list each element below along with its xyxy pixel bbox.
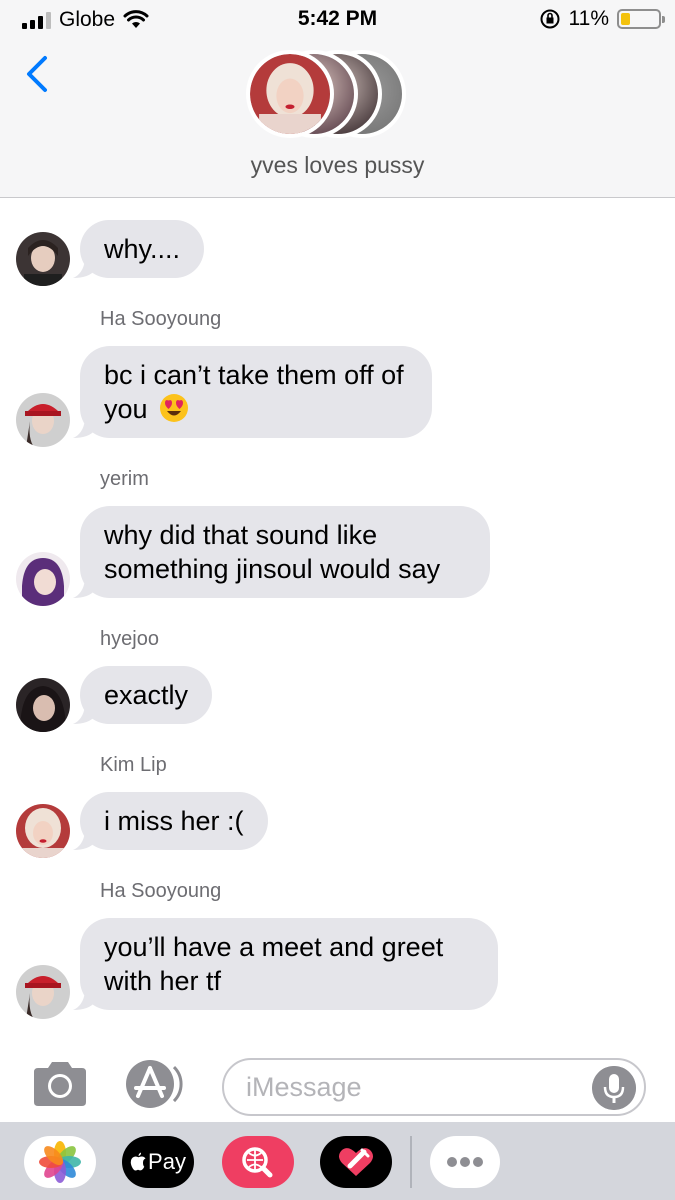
sender-name: Kim Lip — [100, 754, 167, 776]
digital-touch-button[interactable] — [320, 1136, 392, 1188]
message-text: i miss her :( — [104, 806, 244, 836]
back-button[interactable] — [20, 52, 54, 96]
message-text: exactly — [104, 680, 189, 710]
battery-level — [621, 13, 630, 25]
avatar[interactable] — [16, 678, 70, 732]
message-bubble[interactable]: exactly — [73, 666, 213, 724]
battery-icon — [617, 9, 665, 29]
sender-name: hyejoo — [100, 628, 159, 650]
group-avatar-stack[interactable] — [246, 50, 426, 138]
app-store-button[interactable] — [124, 1058, 192, 1110]
group-name[interactable]: yves loves pussy — [0, 152, 675, 179]
message-bubble[interactable]: bc i can’t take them off of you — [73, 346, 432, 438]
drawer-divider — [410, 1136, 412, 1188]
microphone-icon — [592, 1066, 636, 1110]
photos-app-button[interactable] — [24, 1136, 96, 1188]
status-bar: Globe 5:42 PM 11% — [0, 0, 675, 40]
app-store-icon — [126, 1060, 183, 1108]
digital-touch-icon — [339, 1148, 373, 1176]
group-avatar-1 — [246, 50, 334, 138]
sender-name-cut — [100, 1040, 106, 1050]
message-bubble[interactable]: why did that sound like something jinsou… — [73, 506, 490, 598]
avatar[interactable] — [16, 965, 70, 1019]
imessage-placeholder: iMessage — [246, 1072, 362, 1102]
imessage-input[interactable]: iMessage — [222, 1058, 646, 1116]
orientation-lock-icon — [540, 9, 560, 29]
app-drawer: Pay — [0, 1122, 675, 1200]
message-text: why.... — [104, 234, 181, 264]
microphone-button[interactable] — [592, 1066, 636, 1110]
message-bubble[interactable]: i miss her :( — [73, 792, 268, 850]
web-search-button[interactable] — [222, 1136, 294, 1188]
message-bubble[interactable]: you’ll have a meet and greet with her tf — [73, 918, 498, 1010]
camera-button[interactable] — [30, 1060, 90, 1108]
apple-pay-icon — [130, 1152, 146, 1171]
message-text: why did that sound like something jinsou… — [104, 520, 441, 584]
heart-eyes-emoji — [160, 394, 189, 422]
avatar[interactable] — [16, 804, 70, 858]
sender-name-cut — [100, 198, 106, 209]
compose-bar: iMessage — [0, 1050, 675, 1122]
more-icon — [447, 1157, 483, 1167]
message-thread[interactable]: why.... Ha Sooyoung bc i can’t take them… — [0, 198, 675, 1050]
sender-name: Ha Sooyoung — [100, 308, 222, 330]
photos-icon — [39, 1141, 81, 1183]
camera-icon — [34, 1062, 86, 1106]
message-bubble[interactable]: why.... — [73, 220, 205, 278]
message-text: you’ll have a meet and greet with her tf — [104, 932, 444, 996]
more-apps-button[interactable] — [430, 1136, 500, 1188]
message-text: bc i can’t take them off of you — [104, 360, 404, 424]
sender-name: Ha Sooyoung — [100, 880, 222, 902]
chevron-left-icon — [27, 56, 47, 92]
apple-pay-button[interactable]: Pay — [122, 1136, 194, 1188]
web-search-icon — [242, 1147, 273, 1178]
sender-name: yerim — [100, 468, 149, 490]
avatar[interactable] — [16, 393, 70, 447]
apple-pay-label: Pay — [148, 1149, 186, 1174]
battery-percent: 11% — [568, 7, 609, 30]
avatar[interactable] — [16, 232, 70, 286]
avatar[interactable] — [16, 552, 70, 606]
